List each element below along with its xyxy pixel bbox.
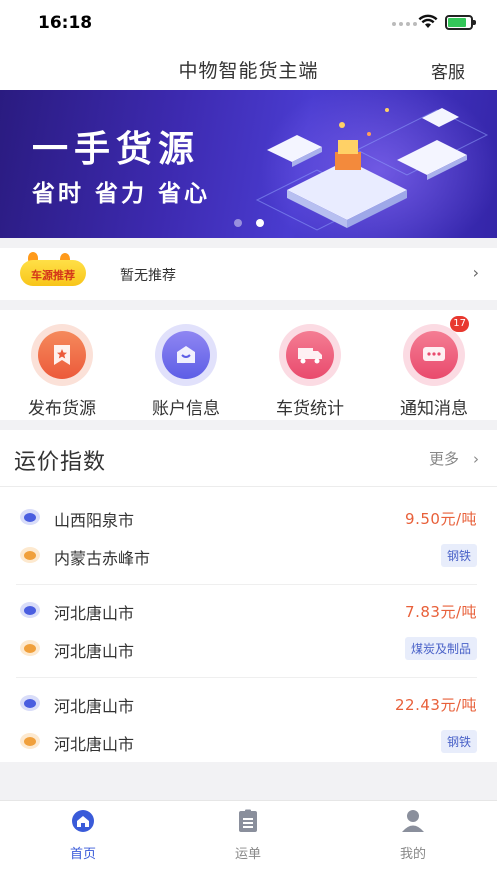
notification-count-badge: 17 xyxy=(450,316,469,332)
status-time: 16:18 xyxy=(38,13,93,33)
app-header: 中物智能货主端 客服 xyxy=(0,46,497,90)
quick-menu: 发布货源 账户信息 车货统计 17 通知消息 xyxy=(0,310,497,420)
menu-notifications[interactable]: 17 通知消息 xyxy=(384,316,484,419)
divider xyxy=(16,677,477,678)
customer-service-button[interactable]: 客服 xyxy=(431,58,465,83)
account-info-icon-bg xyxy=(155,324,217,386)
tab-waybill[interactable]: 运单 xyxy=(203,809,293,862)
recommend-badge: 车源推荐 xyxy=(20,260,86,286)
origin-dot-icon xyxy=(20,602,40,618)
menu-label: 通知消息 xyxy=(400,399,468,419)
menu-label: 车货统计 xyxy=(276,399,344,419)
chevron-right-icon: › xyxy=(472,263,479,282)
route-price: 7.83元/吨 xyxy=(405,603,477,621)
page-title: 中物智能货主端 xyxy=(178,60,319,82)
divider xyxy=(16,584,477,585)
message-icon xyxy=(410,331,458,379)
menu-label: 发布货源 xyxy=(28,399,96,419)
home-icon xyxy=(72,810,94,832)
menu-label: 账户信息 xyxy=(152,399,220,419)
truck-icon xyxy=(286,331,334,379)
freight-index-section: 运价指数 更多 › 山西阳泉市 9.50元/吨 内蒙古赤峰市 钢铁 河北唐山市 7… xyxy=(0,430,497,762)
banner-subline: 省时 省力 省心 xyxy=(32,181,211,207)
divider xyxy=(0,486,497,487)
wifi-icon xyxy=(418,14,438,28)
chevron-right-icon: › xyxy=(473,450,479,468)
more-label: 更多 xyxy=(428,450,459,468)
banner-headline: 一手货源 xyxy=(32,129,201,170)
destination-dot-icon xyxy=(20,547,40,563)
user-icon xyxy=(402,810,424,832)
menu-publish-cargo[interactable]: 发布货源 xyxy=(12,324,112,419)
origin-dot-icon xyxy=(20,509,40,525)
destination-dot-icon xyxy=(20,733,40,749)
freight-index-header: 运价指数 更多 › xyxy=(0,430,497,486)
carousel-dot-1[interactable] xyxy=(234,219,242,227)
tab-home[interactable]: 首页 xyxy=(38,809,128,862)
menu-account-info[interactable]: 账户信息 xyxy=(136,324,236,419)
isometric-platform-illustration xyxy=(255,108,489,231)
origin-city: 河北唐山市 xyxy=(54,604,135,623)
waybill-icon xyxy=(239,809,257,832)
destination-dot-icon xyxy=(20,640,40,656)
destination-city: 河北唐山市 xyxy=(54,642,135,661)
more-link[interactable]: 更多 › xyxy=(429,448,479,469)
star-flag-icon xyxy=(38,331,86,379)
section-title: 运价指数 xyxy=(14,450,107,475)
route-card[interactable]: 河北唐山市 7.83元/吨 河北唐山市 煤炭及制品 xyxy=(0,591,497,683)
battery-icon xyxy=(445,15,476,30)
destination-city: 河北唐山市 xyxy=(54,735,135,754)
tab-label: 我的 xyxy=(399,847,426,862)
tab-mine[interactable]: 我的 xyxy=(368,809,458,862)
recommend-badge-label: 车源推荐 xyxy=(31,269,75,282)
wallet-icon xyxy=(162,331,210,379)
menu-cargo-stats[interactable]: 车货统计 xyxy=(260,324,360,419)
origin-city: 山西阳泉市 xyxy=(54,511,135,530)
cargo-stats-icon-bg xyxy=(279,324,341,386)
carousel-dot-2-active[interactable] xyxy=(256,219,264,227)
origin-city: 河北唐山市 xyxy=(54,697,135,716)
cargo-category-tag: 钢铁 xyxy=(440,544,477,567)
promo-banner[interactable]: 一手货源 省时 省力 省心 xyxy=(0,90,497,238)
cargo-category-tag: 煤炭及制品 xyxy=(404,637,477,660)
tab-label: 首页 xyxy=(69,847,96,862)
route-card[interactable]: 山西阳泉市 9.50元/吨 内蒙古赤峰市 钢铁 xyxy=(0,498,497,590)
recommend-text: 暂无推荐 xyxy=(120,268,176,284)
bottom-tab-bar: 首页 运单 我的 xyxy=(0,800,497,883)
route-price: 22.43元/吨 xyxy=(395,696,477,714)
publish-cargo-icon-bg xyxy=(31,324,93,386)
vehicle-recommend-row[interactable]: 车源推荐 暂无推荐 › xyxy=(0,248,497,300)
origin-dot-icon xyxy=(20,695,40,711)
route-card[interactable]: 河北唐山市 22.43元/吨 河北唐山市 钢铁 xyxy=(0,684,497,776)
destination-city: 内蒙古赤峰市 xyxy=(54,549,151,568)
tab-label: 运单 xyxy=(234,847,261,862)
route-price: 9.50元/吨 xyxy=(405,510,477,528)
notifications-icon-bg: 17 xyxy=(403,316,469,386)
status-bar: 16:18 xyxy=(0,0,497,46)
signal-icon xyxy=(392,22,417,26)
cargo-category-tag: 钢铁 xyxy=(440,730,477,753)
